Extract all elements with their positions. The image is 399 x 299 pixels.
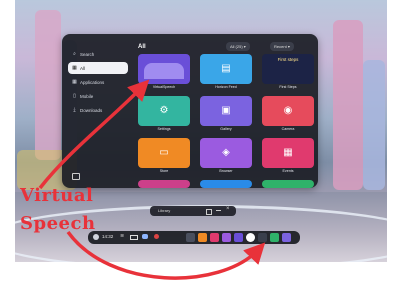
sort-dropdown[interactable]: Recent ▾: [270, 42, 294, 51]
tile-browser[interactable]: ◈: [200, 138, 252, 168]
taskbar-store-icon[interactable]: [198, 233, 207, 242]
minimize-icon[interactable]: [216, 210, 221, 211]
taskbar-virtualspeech-icon[interactable]: [234, 233, 243, 242]
filter-dropdown-value: All (25): [230, 44, 243, 49]
gallery-icon: ▣: [221, 105, 231, 116]
tile-label: VirtualSpeech: [152, 85, 176, 89]
tile-settings[interactable]: ⚙: [138, 96, 190, 126]
compass-icon: ◈: [222, 147, 230, 158]
tile-camera[interactable]: ◉: [262, 96, 314, 126]
camera-icon: ◉: [283, 105, 293, 116]
chevron-down-icon: ▾: [287, 44, 290, 49]
tile-partial[interactable]: [200, 180, 252, 188]
taskbar-browser-icon[interactable]: [222, 233, 231, 242]
sidebar-item-applications[interactable]: ▦ Applications: [68, 76, 128, 88]
tile-partial[interactable]: [138, 180, 190, 188]
taskbar-gallery-icon[interactable]: [282, 233, 291, 242]
feed-icon: ▤: [221, 63, 231, 74]
phone-icon: ▯: [73, 92, 76, 99]
tile-store[interactable]: ▭: [138, 138, 190, 168]
sidebar-item-label: Applications: [80, 79, 105, 85]
background-tower: [363, 60, 385, 190]
search-icon: ⌕: [73, 50, 76, 57]
tile-label: First Steps: [279, 85, 297, 89]
tile-label: Horizon Feed: [215, 85, 237, 89]
apps-icon: ▦: [72, 78, 77, 85]
clock: 14:32: [102, 234, 114, 239]
sidebar-item-all[interactable]: ▦ All: [68, 62, 128, 74]
panel-toggle-icon[interactable]: [72, 173, 80, 180]
tile-label: Gallery: [220, 127, 232, 131]
annotation-text-line2: Speech: [20, 213, 96, 234]
events-icon: ▦: [283, 147, 293, 158]
first-steps-title: First steps: [277, 57, 299, 62]
page-title: All: [138, 44, 146, 50]
filter-dropdown[interactable]: All (25) ▾: [226, 42, 250, 51]
notification-icon[interactable]: [154, 234, 159, 239]
tile-label: Settings: [157, 127, 171, 131]
sidebar-item-label: Search: [80, 51, 95, 57]
sidebar-item-label: Mobile: [80, 93, 94, 99]
sidebar: ⌕ Search ▦ All ▦ Applications ▯ Mobile ⤓…: [68, 48, 128, 118]
battery-icon: [130, 235, 138, 240]
tile-virtualspeech[interactable]: [138, 54, 190, 84]
wifi-icon: ≋: [120, 233, 125, 239]
sidebar-item-label: Downloads: [80, 107, 103, 113]
annotation-text-line1: Virtual: [20, 185, 94, 206]
controller-icon[interactable]: [142, 234, 148, 239]
sidebar-item-label: All: [80, 65, 86, 71]
store-icon: ▭: [159, 147, 169, 158]
sort-dropdown-value: Recent: [274, 44, 287, 49]
tile-label: Store: [159, 169, 169, 173]
background-tower: [35, 10, 61, 160]
tile-horizon-feed[interactable]: ▤: [200, 54, 252, 84]
headset-icon[interactable]: [93, 234, 99, 240]
grid-icon: ▦: [72, 64, 77, 71]
taskbar-app-icon[interactable]: [270, 233, 279, 242]
gear-icon: ⚙: [159, 105, 169, 116]
taskbar-app-icon[interactable]: [210, 233, 219, 242]
tile-events[interactable]: ▦: [262, 138, 314, 168]
close-icon[interactable]: ×: [226, 206, 230, 212]
tile-label: Camera: [281, 127, 295, 131]
taskbar-library-icon[interactable]: [258, 233, 267, 242]
tile-gallery[interactable]: ▣: [200, 96, 252, 126]
tile-partial[interactable]: [262, 180, 314, 188]
background-tower: [333, 20, 363, 190]
tile-label: Browser: [219, 169, 233, 173]
taskbar-app-icon[interactable]: [186, 233, 195, 242]
library-mini-bar[interactable]: Library ×: [150, 206, 236, 216]
mini-bar-label: Library: [158, 208, 171, 213]
app-library-panel: ⌕ Search ▦ All ▦ Applications ▯ Mobile ⤓…: [62, 34, 318, 188]
download-icon: ⤓: [73, 106, 76, 113]
tile-first-steps[interactable]: First steps: [262, 54, 314, 84]
sidebar-item-search[interactable]: ⌕ Search: [68, 48, 128, 60]
taskbar: 14:32 ≋: [88, 231, 300, 244]
taskbar-home-icon[interactable]: [246, 233, 255, 242]
sidebar-item-mobile[interactable]: ▯ Mobile: [68, 90, 128, 102]
window-icon[interactable]: [206, 209, 212, 215]
tile-label: Events: [282, 169, 294, 173]
people-thumbnail: [144, 63, 184, 79]
sidebar-item-downloads[interactable]: ⤓ Downloads: [68, 104, 128, 116]
chevron-down-icon: ▾: [243, 44, 246, 49]
